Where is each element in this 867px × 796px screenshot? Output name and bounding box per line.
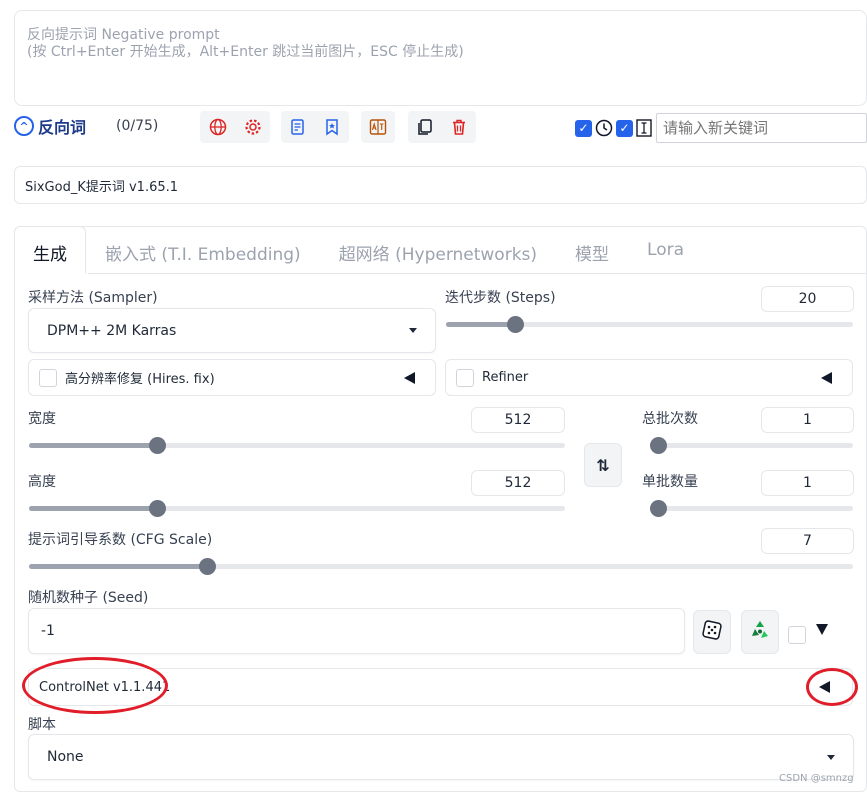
negative-prompt-textarea[interactable]: 反向提示词 Negative prompt (按 Ctrl+Enter 开始生成… [14, 10, 867, 106]
slider-handle[interactable] [650, 437, 667, 454]
hires-fix-checkbox[interactable] [39, 368, 57, 387]
chevron-down-icon [409, 328, 417, 333]
recycle-icon [749, 619, 771, 646]
hires-fix-accordion[interactable]: 高分辨率修复 (Hires. fix) [28, 359, 436, 396]
seed-value: -1 [41, 623, 55, 639]
slider-handle[interactable] [198, 558, 216, 575]
height-number-input[interactable]: 512 [471, 470, 565, 496]
slider-handle[interactable] [148, 500, 166, 517]
script-select[interactable]: None [28, 734, 854, 780]
document-list-icon[interactable] [284, 113, 312, 141]
slider-handle[interactable] [650, 500, 667, 517]
tab-hypernetworks[interactable]: 超网络 (Hypernetworks) [320, 226, 556, 274]
collapse-arrow-icon[interactable] [404, 371, 415, 384]
cfg-number-input[interactable]: 7 [761, 528, 854, 554]
text-cursor-icon[interactable] [635, 118, 653, 138]
slider-handle[interactable] [507, 316, 525, 333]
width-label: 宽度 [28, 411, 56, 427]
negative-prompt-placeholder-2: (按 Ctrl+Enter 开始生成，Alt+Enter 跳过当前图片，ESC … [27, 44, 464, 60]
new-keyword-input[interactable] [656, 113, 867, 143]
seed-input[interactable]: -1 [28, 608, 685, 654]
steps-number-input[interactable]: 20 [761, 286, 854, 312]
toolbar-group-4 [408, 111, 476, 143]
watermark: CSDN @smnzg [779, 773, 854, 784]
tab-lora[interactable]: Lora [628, 226, 703, 274]
sampler-select[interactable]: DPM++ 2M Karras [28, 308, 436, 353]
reuse-seed-button[interactable] [741, 610, 779, 654]
extra-seed-checkbox[interactable] [788, 626, 806, 644]
batch-size-input[interactable]: 1 [761, 470, 854, 496]
cfg-slider[interactable] [29, 558, 853, 575]
checkbox-auto[interactable]: ✓ [575, 119, 592, 137]
chevron-down-icon [827, 754, 835, 760]
negative-prompt-title: 反向词 [38, 118, 87, 137]
steps-slider[interactable] [446, 316, 853, 333]
refiner-label: Refiner [482, 370, 529, 385]
tab-generate[interactable]: 生成 [14, 226, 86, 274]
batch-size-label: 单批数量 [642, 474, 698, 490]
chevron-up-icon: ^ [14, 116, 34, 136]
batch-count-label: 总批次数 [642, 411, 698, 427]
collapse-arrow-icon[interactable] [821, 371, 832, 384]
translate-icon[interactable] [364, 113, 392, 141]
batch-size-slider[interactable] [650, 500, 853, 517]
globe-icon[interactable] [204, 113, 232, 141]
negative-prompt-toggle[interactable]: ^ 反向词 [14, 114, 86, 138]
refiner-accordion[interactable]: Refiner [445, 359, 853, 396]
swap-dimensions-button[interactable]: ⇅ [584, 443, 622, 487]
keyword-options: ✓ ✓ [575, 118, 653, 138]
tab-model[interactable]: 模型 [556, 226, 628, 274]
token-count: (0/75) [116, 118, 159, 134]
tab-bar: 生成 嵌入式 (T.I. Embedding) 超网络 (Hypernetwor… [14, 226, 703, 274]
hires-fix-label: 高分辨率修复 (Hires. fix) [65, 372, 215, 387]
extra-seed-toggle-icon[interactable] [816, 624, 828, 635]
bookmark-icon[interactable] [318, 113, 346, 141]
annotation-circle [806, 668, 858, 706]
toolbar-group-1 [200, 111, 270, 143]
slider-handle[interactable] [148, 437, 166, 454]
steps-label: 迭代步数 (Steps) [445, 290, 556, 306]
height-slider[interactable] [29, 500, 565, 517]
refiner-checkbox[interactable] [456, 368, 474, 387]
seed-label: 随机数种子 (Seed) [28, 590, 149, 606]
negative-prompt-placeholder-1: 反向提示词 Negative prompt [27, 27, 220, 43]
cfg-label: 提示词引导系数 (CFG Scale) [28, 532, 213, 548]
script-label: 脚本 [28, 717, 56, 733]
width-slider[interactable] [29, 437, 565, 454]
trash-icon[interactable] [445, 113, 473, 141]
batch-count-input[interactable]: 1 [761, 407, 854, 433]
copy-icon[interactable] [411, 113, 439, 141]
tab-embedding[interactable]: 嵌入式 (T.I. Embedding) [86, 226, 320, 274]
clock-icon[interactable] [594, 118, 614, 138]
checkbox-cursor[interactable]: ✓ [616, 119, 633, 137]
sixgod-accordion[interactable]: SixGod_K提示词 v1.65.1 [14, 166, 867, 204]
annotation-ellipse [22, 657, 168, 714]
sampler-label: 采样方法 (Sampler) [28, 290, 158, 306]
dice-icon [702, 619, 722, 645]
width-number-input[interactable]: 512 [471, 407, 565, 433]
sampler-value: DPM++ 2M Karras [47, 322, 177, 339]
height-label: 高度 [28, 474, 56, 490]
script-value: None [47, 749, 84, 765]
toolbar-group-2 [281, 111, 349, 143]
random-seed-button[interactable] [693, 610, 731, 654]
toolbar-group-3 [361, 111, 395, 143]
batch-count-slider[interactable] [650, 437, 853, 454]
gear-icon[interactable] [239, 113, 267, 141]
